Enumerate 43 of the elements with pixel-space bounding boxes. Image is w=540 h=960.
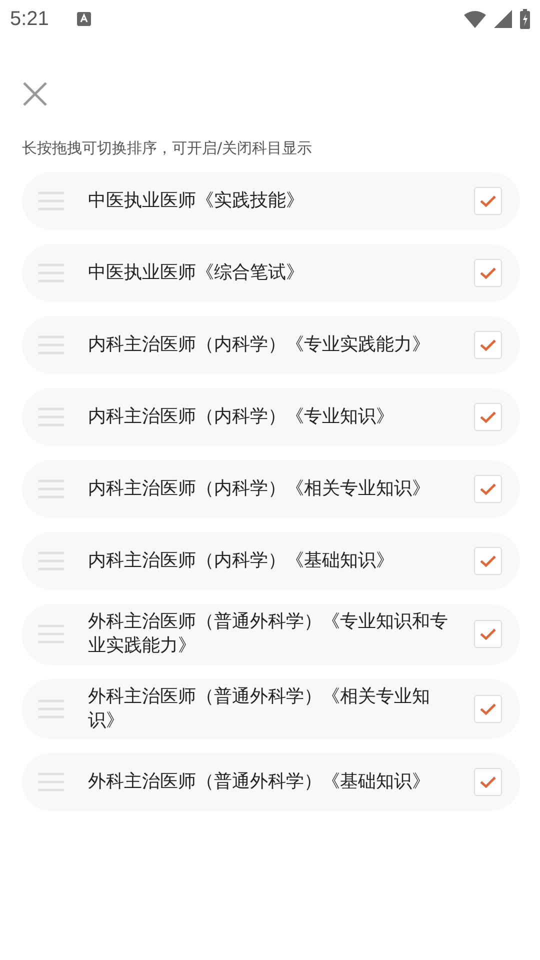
subject-name: 中医执业医师《综合笔试》 bbox=[88, 260, 305, 285]
subject-name: 外科主治医师（普通外科学）《基础知识》 bbox=[88, 770, 431, 794]
checkbox[interactable] bbox=[474, 187, 502, 215]
check-icon bbox=[479, 775, 497, 790]
signal-icon bbox=[494, 10, 512, 28]
checkbox[interactable] bbox=[474, 475, 502, 503]
subject-name: 内科主治医师（内科学）《基础知识》 bbox=[88, 548, 395, 573]
checkbox[interactable] bbox=[474, 768, 502, 796]
checkbox[interactable] bbox=[474, 259, 502, 287]
check-icon bbox=[479, 410, 497, 424]
checkbox[interactable] bbox=[474, 403, 502, 431]
check-icon bbox=[479, 702, 497, 716]
close-button[interactable] bbox=[22, 81, 48, 107]
subject-name: 外科主治医师（普通外科学）《专业知识和专业实践能力》 bbox=[88, 610, 449, 658]
subject-name: 内科主治医师（内科学）《专业知识》 bbox=[88, 404, 395, 429]
subject-row[interactable]: 中医执业医师《实践技能》 bbox=[22, 172, 520, 230]
check-icon bbox=[479, 482, 497, 496]
check-icon bbox=[479, 194, 497, 208]
subject-row[interactable]: 外科主治医师（普通外科学）《专业知识和专业实践能力》 bbox=[22, 604, 520, 665]
battery-icon bbox=[520, 9, 530, 29]
subject-row[interactable]: 外科主治医师（普通外科学）《相关专业知识》 bbox=[22, 678, 520, 740]
checkbox[interactable] bbox=[474, 620, 502, 648]
subject-row[interactable]: 内科主治医师（内科学）《基础知识》 bbox=[22, 532, 520, 590]
subject-row[interactable]: 中医执业医师《综合笔试》 bbox=[22, 244, 520, 302]
subject-name: 中医执业医师《实践技能》 bbox=[88, 188, 305, 213]
checkbox[interactable] bbox=[474, 694, 502, 723]
wifi-icon bbox=[464, 10, 486, 28]
subject-row[interactable]: 内科主治医师（内科学）《相关专业知识》 bbox=[22, 460, 520, 518]
hint-text: 长按拖拽可切换排序，可开启/关闭科目显示 bbox=[22, 139, 314, 158]
subject-name: 外科主治医师（普通外科学）《相关专业知识》 bbox=[88, 684, 431, 733]
subject-name: 内科主治医师（内科学）《专业实践能力》 bbox=[88, 332, 431, 357]
checkbox[interactable] bbox=[474, 547, 502, 575]
keyboard-icon bbox=[76, 12, 91, 26]
check-icon bbox=[479, 266, 497, 280]
checkbox[interactable] bbox=[474, 331, 502, 359]
subject-name: 内科主治医师（内科学）《相关专业知识》 bbox=[88, 476, 431, 501]
subject-row[interactable]: 外科主治医师（普通外科学）《基础知识》 bbox=[22, 753, 520, 812]
status-time: 5:21 bbox=[10, 8, 49, 30]
check-icon bbox=[479, 627, 497, 642]
check-icon bbox=[479, 338, 497, 352]
subject-row[interactable]: 内科主治医师（内科学）《专业实践能力》 bbox=[22, 316, 520, 374]
check-icon bbox=[479, 554, 497, 568]
subject-row[interactable]: 内科主治医师（内科学）《专业知识》 bbox=[22, 388, 520, 446]
